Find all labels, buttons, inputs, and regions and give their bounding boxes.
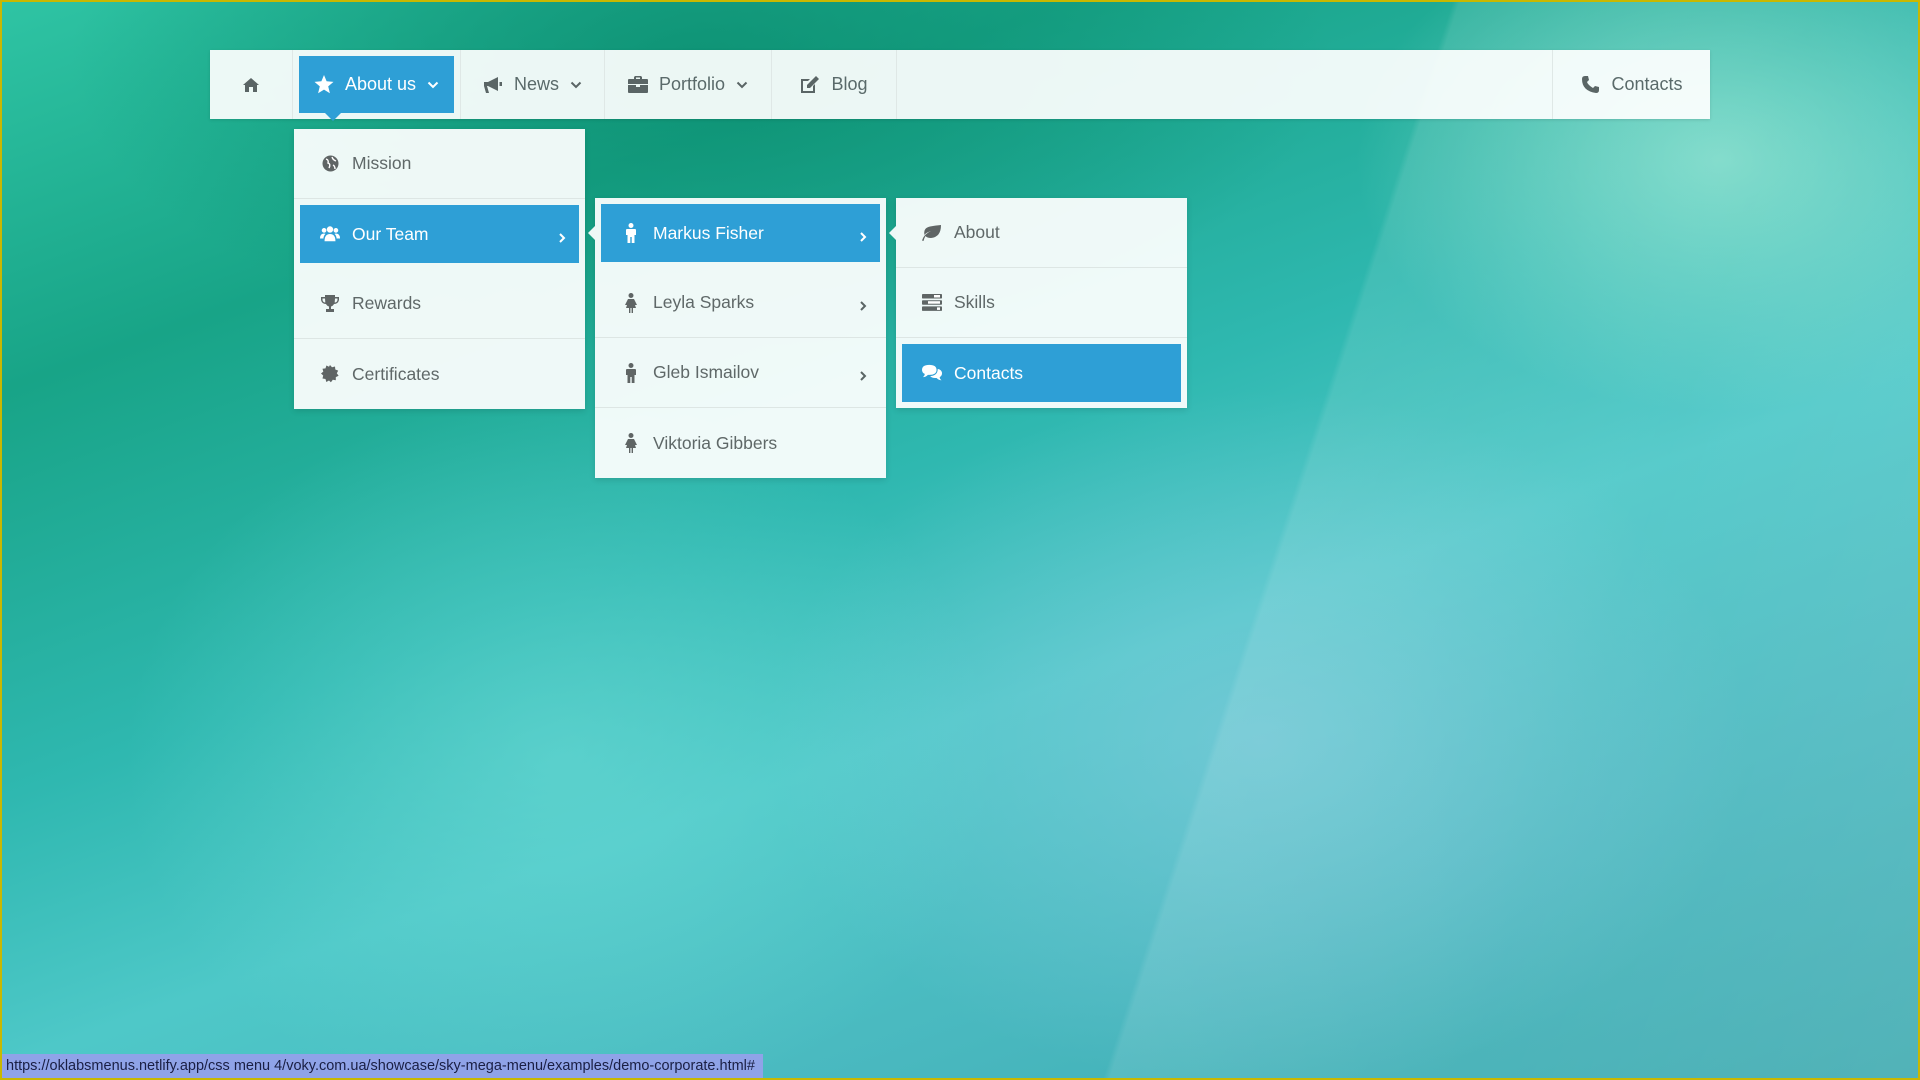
menu-item-markus-fisher[interactable]: Markus Fisher bbox=[601, 204, 880, 262]
our-team-dropdown: Markus Fisher Leyla Sparks Gleb Ismailov… bbox=[588, 198, 886, 478]
bullhorn-icon bbox=[483, 75, 503, 95]
leaf-icon bbox=[922, 223, 942, 243]
nav-about-wrap: About us bbox=[293, 50, 461, 121]
nav-about-us[interactable]: About us bbox=[299, 56, 454, 121]
users-icon bbox=[320, 224, 340, 244]
menu-item-label: Skills bbox=[954, 292, 995, 312]
nav-contacts[interactable]: Contacts bbox=[1553, 50, 1710, 119]
menu-item-mission[interactable]: Mission bbox=[294, 129, 585, 199]
home-icon bbox=[241, 75, 261, 95]
main-navbar: About us News Portfolio Blog Contacts bbox=[210, 50, 1710, 121]
menu-item-label: Our Team bbox=[352, 223, 429, 244]
nav-about-label: About us bbox=[344, 74, 417, 94]
chevron-right-icon bbox=[557, 228, 567, 243]
chevron-down-icon bbox=[427, 79, 439, 91]
background-gloss bbox=[0, 0, 1920, 1080]
menu-item-leyla-sparks[interactable]: Leyla Sparks bbox=[595, 268, 886, 338]
menu-item-label: Certificates bbox=[352, 363, 440, 384]
menu-item-label: Mission bbox=[352, 153, 412, 173]
edit-icon bbox=[800, 75, 820, 95]
nav-portfolio-label: Portfolio bbox=[658, 74, 726, 94]
submenu-pointer bbox=[889, 226, 896, 240]
menu-item-label: Leyla Sparks bbox=[653, 292, 755, 312]
tasks-icon bbox=[922, 293, 942, 313]
nav-blog-label: Blog bbox=[831, 74, 868, 94]
menu-item-person-contacts[interactable]: Contacts bbox=[902, 344, 1181, 402]
chevron-right-icon bbox=[858, 366, 868, 381]
male-icon bbox=[621, 223, 641, 243]
person-dropdown: About Skills Contacts bbox=[889, 198, 1187, 408]
menu-item-label: Viktoria Gibbers bbox=[653, 432, 778, 453]
trophy-icon bbox=[320, 294, 340, 314]
menu-item-label: Rewards bbox=[352, 293, 422, 313]
nav-news[interactable]: News bbox=[461, 50, 605, 119]
comments-icon bbox=[922, 363, 942, 383]
chevron-right-icon bbox=[858, 227, 868, 242]
menu-item-skills[interactable]: Skills bbox=[896, 268, 1187, 338]
female-icon bbox=[621, 433, 641, 453]
menu-item-label: Contacts bbox=[954, 362, 1024, 383]
briefcase-icon bbox=[627, 75, 648, 95]
male-icon bbox=[621, 362, 641, 383]
nav-portfolio[interactable]: Portfolio bbox=[605, 50, 772, 119]
star-icon bbox=[314, 75, 334, 95]
about-us-dropdown: Mission Our Team Rewards Certificates bbox=[294, 129, 585, 409]
menu-item-about[interactable]: About bbox=[896, 198, 1187, 268]
nav-spacer bbox=[897, 50, 1553, 119]
status-bar-url: https://oklabsmenus.netlify.app/css menu… bbox=[2, 1054, 763, 1078]
menu-item-label: Markus Fisher bbox=[653, 222, 764, 243]
chevron-right-icon bbox=[858, 296, 868, 311]
menu-item-label: Gleb Ismailov bbox=[653, 362, 760, 382]
phone-icon bbox=[1580, 75, 1600, 95]
menu-item-label: About bbox=[954, 222, 1000, 242]
nav-news-label: News bbox=[513, 74, 559, 94]
nav-contacts-label: Contacts bbox=[1611, 74, 1683, 94]
menu-item-viktoria-gibbers[interactable]: Viktoria Gibbers bbox=[595, 408, 886, 478]
female-icon bbox=[621, 292, 641, 313]
menu-item-certificates[interactable]: Certificates bbox=[294, 339, 585, 409]
certificate-icon bbox=[320, 364, 340, 384]
nav-blog[interactable]: Blog bbox=[772, 50, 897, 119]
menu-item-gleb-ismailov[interactable]: Gleb Ismailov bbox=[595, 338, 886, 408]
globe-icon bbox=[320, 154, 340, 174]
chevron-down-icon bbox=[570, 79, 582, 91]
menu-item-our-team[interactable]: Our Team bbox=[300, 205, 579, 263]
menu-item-rewards[interactable]: Rewards bbox=[294, 269, 585, 339]
nav-home-button[interactable] bbox=[210, 50, 293, 119]
submenu-pointer bbox=[588, 226, 595, 240]
chevron-down-icon bbox=[736, 79, 748, 91]
window-frame bbox=[0, 0, 1920, 1080]
